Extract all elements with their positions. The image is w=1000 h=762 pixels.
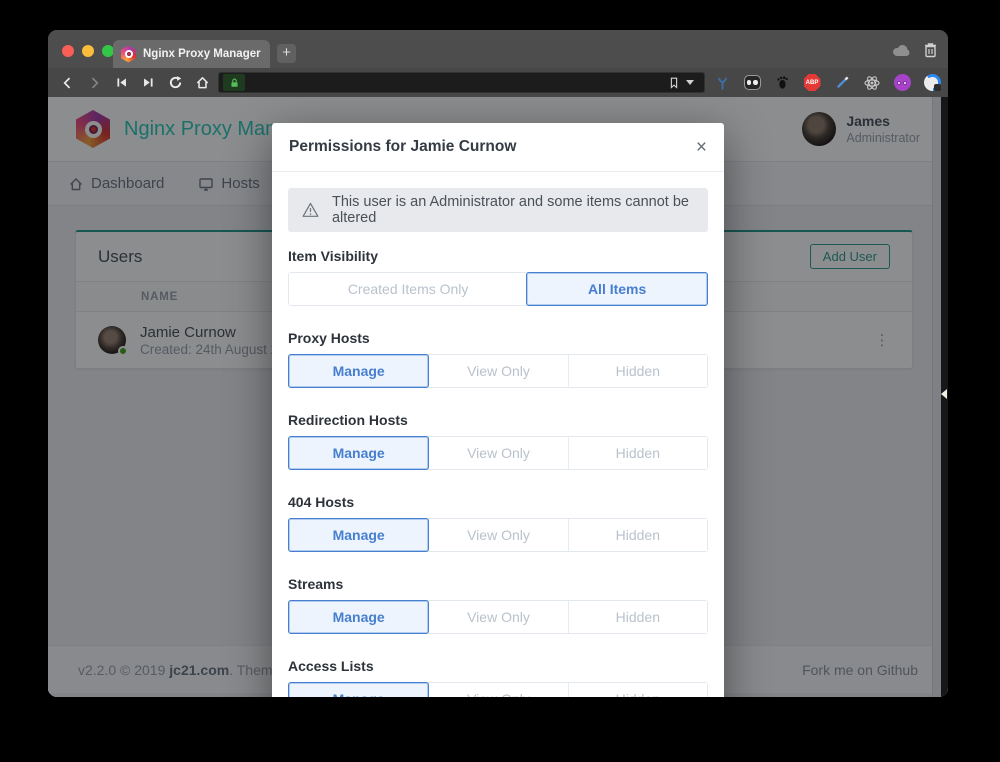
side-panel-strip	[941, 97, 948, 697]
warning-icon	[302, 201, 319, 219]
admin-alert: This user is an Administrator and some i…	[288, 188, 708, 232]
browser-titlebar: Nginx Proxy Manager +	[48, 30, 948, 68]
option-hidden[interactable]: Hidden	[568, 519, 707, 551]
option-manage[interactable]: Manage	[288, 354, 429, 388]
forward-button[interactable]	[85, 74, 103, 92]
bookmark-icon[interactable]	[668, 76, 680, 90]
group-label: Item Visibility	[288, 248, 708, 264]
option-view-only[interactable]: View Only	[428, 683, 567, 697]
page-content: Nginx Proxy Manager James Administrator …	[48, 97, 948, 697]
window-controls	[62, 45, 114, 57]
modal-title: Permissions for Jamie Curnow	[289, 138, 516, 156]
tab-title: Nginx Proxy Manager	[143, 48, 261, 60]
pen-extension-icon[interactable]	[831, 68, 853, 97]
group-label: Streams	[288, 576, 708, 592]
option-manage[interactable]: Manage	[288, 518, 429, 552]
cloud-icon[interactable]	[892, 43, 911, 57]
permission-options: Manage View Only Hidden	[288, 518, 708, 552]
option-hidden[interactable]: Hidden	[568, 601, 707, 633]
redirection-hosts-group: Redirection Hosts Manage View Only Hidde…	[288, 412, 708, 470]
permission-options: Manage View Only Hidden	[288, 354, 708, 388]
option-all-items[interactable]: All Items	[526, 272, 708, 306]
alert-text: This user is an Administrator and some i…	[332, 194, 694, 226]
option-manage[interactable]: Manage	[288, 600, 429, 634]
browser-tab[interactable]: Nginx Proxy Manager	[113, 40, 270, 68]
option-hidden[interactable]: Hidden	[568, 683, 707, 697]
option-manage[interactable]: Manage	[288, 682, 429, 697]
close-window-button[interactable]	[62, 45, 74, 57]
permission-options: Manage View Only Hidden	[288, 600, 708, 634]
rewind-button[interactable]	[112, 74, 130, 92]
404-hosts-group: 404 Hosts Manage View Only Hidden	[288, 494, 708, 552]
permission-options: Manage View Only Hidden	[288, 436, 708, 470]
close-icon[interactable]: ×	[696, 138, 707, 157]
option-view-only[interactable]: View Only	[428, 437, 567, 469]
abp-extension-icon[interactable]: ABP	[801, 68, 823, 97]
goggles-extension-icon[interactable]	[741, 68, 763, 97]
access-lists-group: Access Lists Manage View Only Hidden	[288, 658, 708, 697]
gnome-foot-extension-icon[interactable]	[771, 68, 793, 97]
ssl-lock-icon[interactable]	[223, 74, 245, 91]
streams-group: Streams Manage View Only Hidden	[288, 576, 708, 634]
trash-icon[interactable]	[923, 41, 938, 58]
option-view-only[interactable]: View Only	[428, 519, 567, 551]
panel-toggle-icon[interactable]	[941, 389, 947, 399]
browser-toolbar: ABP	[48, 68, 948, 97]
caret-down-icon[interactable]	[686, 80, 694, 85]
back-button[interactable]	[58, 74, 76, 92]
purple-extension-icon[interactable]	[891, 68, 913, 97]
option-manage[interactable]: Manage	[288, 436, 429, 470]
group-label: Redirection Hosts	[288, 412, 708, 428]
address-bar[interactable]	[218, 72, 705, 93]
visibility-options: Created Items Only All Items	[288, 272, 708, 306]
permission-options: Manage View Only Hidden	[288, 682, 708, 697]
atom-extension-icon[interactable]	[861, 68, 883, 97]
favicon	[121, 46, 136, 63]
browser-window: Nginx Proxy Manager + ABP	[48, 30, 948, 697]
option-view-only[interactable]: View Only	[428, 355, 567, 387]
option-hidden[interactable]: Hidden	[568, 437, 707, 469]
proxy-hosts-group: Proxy Hosts Manage View Only Hidden	[288, 330, 708, 388]
group-label: Access Lists	[288, 658, 708, 674]
reload-button[interactable]	[166, 74, 184, 92]
minimize-window-button[interactable]	[82, 45, 94, 57]
profile-extension-icon[interactable]	[921, 68, 943, 97]
permissions-modal: Permissions for Jamie Curnow × This user…	[272, 123, 724, 697]
option-hidden[interactable]: Hidden	[568, 355, 707, 387]
home-button[interactable]	[193, 74, 211, 92]
item-visibility-group: Item Visibility Created Items Only All I…	[288, 248, 708, 306]
new-tab-button[interactable]: +	[277, 44, 296, 63]
fork-extension-icon[interactable]	[711, 68, 733, 97]
group-label: Proxy Hosts	[288, 330, 708, 346]
option-created-items-only[interactable]: Created Items Only	[289, 273, 527, 305]
fast-forward-button[interactable]	[139, 74, 157, 92]
group-label: 404 Hosts	[288, 494, 708, 510]
option-view-only[interactable]: View Only	[428, 601, 567, 633]
